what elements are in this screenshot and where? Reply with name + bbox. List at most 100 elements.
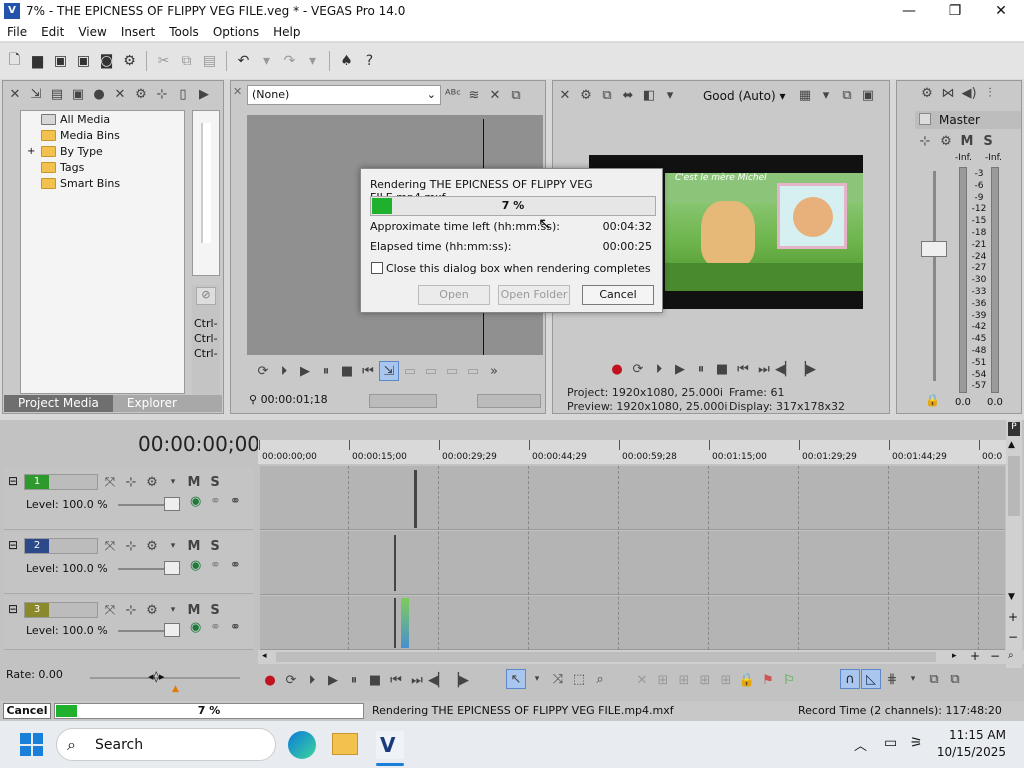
undo-icon[interactable]: ↶ bbox=[233, 50, 254, 72]
redo-icon[interactable]: ↷ bbox=[279, 50, 300, 72]
go-end-icon[interactable]: ⏭ bbox=[407, 670, 427, 690]
chevron-down-icon[interactable]: ▾ bbox=[527, 669, 547, 689]
region-icon[interactable]: ⚐ bbox=[779, 670, 799, 690]
import-media-icon[interactable]: ⇲ bbox=[26, 84, 46, 104]
marker-flag-icon[interactable]: P bbox=[1008, 422, 1020, 436]
prev-frame-icon[interactable]: ◀▏ bbox=[775, 359, 795, 379]
track-fx-icon[interactable]: ⚙ bbox=[142, 472, 162, 492]
play-icon[interactable]: ▶ bbox=[323, 670, 343, 690]
preview-settings-icon[interactable]: ⚙ bbox=[576, 85, 596, 105]
chevron-down-icon[interactable]: ▾ bbox=[903, 669, 923, 689]
tree-item-smart-bins[interactable]: Smart Bins bbox=[21, 175, 184, 191]
parent-icon[interactable]: ⚭ bbox=[210, 494, 221, 509]
status-cancel-button[interactable]: Cancel bbox=[3, 703, 51, 719]
web-icon[interactable]: ● bbox=[89, 84, 109, 104]
menu-tools[interactable]: Tools bbox=[162, 25, 206, 39]
display-icon[interactable]: ▭ bbox=[884, 735, 897, 751]
scroll-up-icon[interactable]: ▲ bbox=[1008, 440, 1015, 450]
next-icon[interactable]: » bbox=[484, 361, 504, 381]
parent-icon[interactable]: ⚭ bbox=[210, 558, 221, 573]
render-icon[interactable]: ◙ bbox=[96, 50, 117, 72]
trim-end-icon[interactable]: ⊞ bbox=[695, 670, 715, 690]
snapping-icon[interactable]: ∩ bbox=[840, 669, 860, 689]
cut-icon[interactable]: ✂ bbox=[153, 50, 174, 72]
undo-dropdown-icon[interactable]: ▾ bbox=[256, 50, 277, 72]
delete-icon[interactable]: ✕ bbox=[110, 84, 130, 104]
stop-icon[interactable]: ■ bbox=[365, 670, 385, 690]
paste-icon[interactable]: ▤ bbox=[199, 50, 220, 72]
level-slider-handle[interactable] bbox=[164, 497, 180, 511]
grid-icon[interactable]: ▦ bbox=[795, 85, 815, 105]
menu-edit[interactable]: Edit bbox=[34, 25, 71, 39]
chevron-down-icon[interactable]: ▾ bbox=[163, 536, 183, 556]
edge-icon[interactable] bbox=[288, 731, 316, 759]
go-start-icon[interactable]: ⏮ bbox=[733, 359, 753, 379]
save-snapshot-icon[interactable]: ▣ bbox=[858, 85, 878, 105]
zoom-in-icon[interactable]: + bbox=[1008, 610, 1018, 624]
track-motion-icon[interactable]: ⤧ bbox=[100, 472, 120, 492]
track-fx-icon[interactable]: ⚙ bbox=[142, 600, 162, 620]
copy-snapshot-icon[interactable]: ⧉ bbox=[837, 85, 857, 105]
chevron-down-icon[interactable]: ▾ bbox=[163, 600, 183, 620]
track-name-field[interactable]: 3 bbox=[24, 602, 98, 618]
master-solo-button[interactable]: S bbox=[978, 131, 998, 151]
parent-icon[interactable]: ⚭ bbox=[210, 620, 221, 635]
compositing-icon[interactable]: ⊹ bbox=[121, 536, 141, 556]
tree-item-tags[interactable]: Tags bbox=[21, 159, 184, 175]
menu-view[interactable]: View bbox=[71, 25, 113, 39]
trim-icon-c[interactable]: ▭ bbox=[442, 361, 462, 381]
tree-item-by-type[interactable]: + By Type bbox=[21, 143, 184, 159]
maximize-button[interactable]: ❐ bbox=[932, 3, 978, 19]
effects-icon[interactable]: ⚙ bbox=[131, 84, 151, 104]
trim-out-field[interactable] bbox=[477, 394, 541, 408]
h-scroll-thumb[interactable] bbox=[276, 652, 936, 662]
pause-icon[interactable]: ⏸ bbox=[316, 361, 336, 381]
go-end-icon[interactable]: ⏭ bbox=[754, 359, 774, 379]
chevron-up-icon[interactable]: ︿ bbox=[854, 735, 867, 754]
tree-item-media-bins[interactable]: Media Bins bbox=[21, 127, 184, 143]
redo-dropdown-icon[interactable]: ▾ bbox=[302, 50, 323, 72]
timeline-horizontal-scrollbar[interactable]: ◂ ▸ + − ⌕ bbox=[258, 649, 1024, 664]
master-insert-icon[interactable]: ⊹ bbox=[915, 131, 935, 151]
mute-button[interactable]: M bbox=[184, 472, 204, 492]
trim-in-field[interactable] bbox=[369, 394, 437, 408]
trimmer-dropdown[interactable]: (None) ⌄ bbox=[247, 85, 441, 105]
mixer-settings-icon[interactable]: ⚙ bbox=[917, 83, 937, 103]
speaker-icon[interactable]: ◀) bbox=[959, 83, 979, 103]
track-name-field[interactable]: 2 bbox=[24, 538, 98, 554]
scroll-right-icon[interactable]: ▸ bbox=[952, 651, 957, 661]
normal-edit-tool-icon[interactable]: ↖ bbox=[506, 669, 526, 689]
loop-icon[interactable]: ⟳ bbox=[628, 359, 648, 379]
play-from-start-icon[interactable]: ⏵ bbox=[649, 359, 669, 379]
track-collapse-icon[interactable]: ⊟ bbox=[8, 474, 18, 488]
cancel-render-button[interactable]: Cancel bbox=[582, 285, 654, 305]
close-panel-icon[interactable]: ✕ bbox=[5, 84, 25, 104]
expand-icon[interactable]: + bbox=[27, 146, 41, 157]
open-folder-button[interactable]: Open Folder bbox=[498, 285, 570, 305]
track-fx-icon[interactable]: ⚙ bbox=[142, 536, 162, 556]
chevron-down-icon[interactable]: ▾ bbox=[816, 85, 836, 105]
view-icon[interactable]: ▯ bbox=[173, 84, 193, 104]
clean-icon[interactable]: ≋ bbox=[464, 85, 484, 105]
play-icon[interactable]: ▶ bbox=[295, 361, 315, 381]
preview-quality-dropdown[interactable]: Good (Auto) ▾ bbox=[703, 87, 786, 105]
trimmer-close-icon[interactable]: ✕ bbox=[233, 85, 245, 99]
clock-date[interactable]: 10/15/2025 bbox=[926, 745, 1006, 759]
copy-icon[interactable]: ⧉ bbox=[176, 50, 197, 72]
file-explorer-icon[interactable] bbox=[332, 733, 358, 755]
trim-icon-d[interactable]: ▭ bbox=[463, 361, 483, 381]
vegas-taskbar-icon[interactable]: V bbox=[376, 731, 404, 759]
track-collapse-icon[interactable]: ⊟ bbox=[8, 602, 18, 616]
windows-start-icon[interactable] bbox=[20, 733, 43, 756]
play-from-start-icon[interactable]: ⏵ bbox=[302, 670, 322, 690]
ripple-edit-icon[interactable]: ⋕ bbox=[882, 669, 902, 689]
taskbar-search-box[interactable]: ⌕ Search bbox=[56, 728, 276, 761]
record-icon[interactable]: ● bbox=[260, 670, 280, 690]
menu-insert[interactable]: Insert bbox=[114, 25, 162, 39]
zoom-in-icon[interactable]: + bbox=[970, 649, 980, 663]
tab-project-media[interactable]: Project Media bbox=[4, 395, 113, 412]
trim-icon-b[interactable]: ▭ bbox=[421, 361, 441, 381]
timeline-vertical-scrollbar[interactable]: P ▲ ▼ + − bbox=[1006, 420, 1022, 668]
next-frame-icon[interactable]: ▕▶ bbox=[796, 359, 816, 379]
split-icon[interactable]: ⊹ bbox=[152, 84, 172, 104]
